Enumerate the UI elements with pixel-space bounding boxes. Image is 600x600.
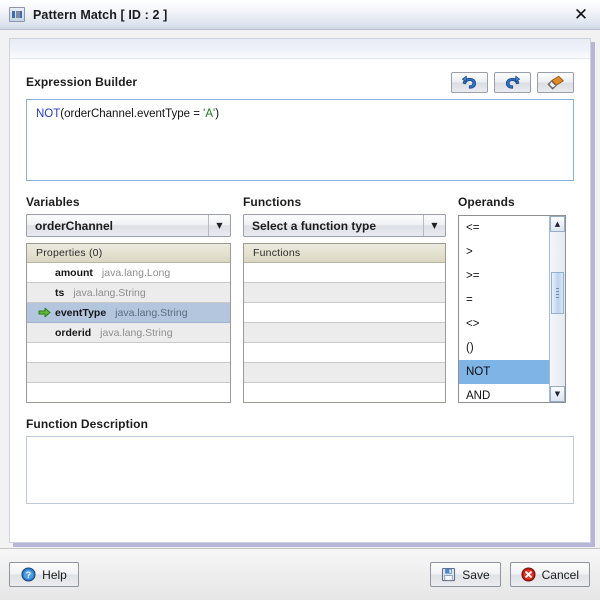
variables-table-header: Properties (0): [27, 244, 230, 263]
svg-text:?: ?: [26, 570, 31, 580]
content-card: Expression Builder NOT(orderChannel.even…: [9, 38, 591, 543]
variables-table[interactable]: Properties (0) amount java.lang.Long ts jav…: [26, 243, 231, 403]
save-icon: [442, 567, 456, 582]
table-row[interactable]: eventType java.lang.String: [27, 303, 230, 323]
table-row[interactable]: [27, 343, 230, 363]
redo-button[interactable]: [494, 71, 531, 93]
help-button[interactable]: ? Help: [9, 562, 79, 587]
undo-button[interactable]: [451, 71, 488, 93]
card-top-strip: [10, 39, 590, 59]
operands-scrollbar[interactable]: ▲ ▼: [549, 216, 565, 402]
chevron-down-icon: ▼: [208, 215, 230, 236]
operand-item[interactable]: =: [459, 288, 549, 312]
help-button-label: Help: [42, 567, 67, 582]
functions-select-value: Select a function type: [252, 218, 377, 233]
pattern-match-icon: [9, 7, 25, 22]
help-icon: ?: [21, 567, 36, 582]
operand-item[interactable]: (): [459, 336, 549, 360]
variables-select-value: orderChannel: [35, 218, 114, 233]
clear-button[interactable]: [537, 71, 574, 93]
functions-table[interactable]: Functions: [243, 243, 446, 403]
selected-row-arrow-icon: [33, 307, 55, 318]
scrollbar-thumb[interactable]: [551, 272, 564, 314]
variable-row-name: amount: [55, 266, 93, 279]
operand-item[interactable]: <=: [459, 216, 549, 240]
expression-token-close: ): [215, 108, 220, 120]
variable-row-name: ts: [55, 286, 65, 299]
title-bar: Pattern Match [ ID : 2 ] ✕: [0, 0, 600, 30]
table-row[interactable]: [244, 263, 445, 283]
window-title: Pattern Match [ ID : 2 ]: [33, 7, 168, 22]
operand-item[interactable]: >: [459, 240, 549, 264]
table-row[interactable]: [244, 283, 445, 303]
variable-row-name: orderid: [55, 326, 92, 339]
operand-item[interactable]: NOT: [459, 360, 549, 384]
table-row[interactable]: amount java.lang.Long: [27, 263, 230, 283]
expression-toolbar: [451, 71, 574, 93]
operand-item[interactable]: AND: [459, 384, 549, 402]
table-row[interactable]: [27, 383, 230, 402]
footer-actions: Save Cancel: [430, 562, 590, 587]
variable-row-name: eventType: [55, 306, 107, 319]
chevron-down-icon: ▼: [423, 215, 445, 236]
card-inner: Expression Builder NOT(orderChannel.even…: [10, 59, 590, 504]
operands-label: Operands: [458, 195, 515, 209]
pattern-match-dialog: Pattern Match [ ID : 2 ] ✕ Expression Bu…: [0, 0, 600, 600]
cancel-button-label: Cancel: [541, 567, 579, 582]
scroll-down-icon[interactable]: ▼: [550, 386, 565, 402]
variable-row-type: java.lang.Long: [101, 266, 171, 279]
variables-rows: amount java.lang.Long ts java.lang.String ev…: [27, 263, 230, 402]
operand-item[interactable]: <>: [459, 312, 549, 336]
functions-select[interactable]: Select a function type ▼: [243, 214, 446, 237]
expression-token-keyword: NOT: [36, 108, 61, 120]
operands-listbox[interactable]: <= > >= = <>() NOT AND ▲ ▼: [458, 215, 566, 403]
selector-panes: Variables orderChannel ▼ Properties (0) …: [26, 195, 574, 403]
expression-builder-header: Expression Builder: [26, 69, 574, 95]
table-row[interactable]: [27, 363, 230, 383]
operands-pane: Operands <= > >= = <>() NOT AND ▲ ▼: [458, 195, 566, 403]
functions-label: Functions: [243, 195, 302, 209]
variable-row-type: java.lang.String: [100, 326, 173, 339]
operands-list: <= > >= = <>() NOT AND: [459, 216, 549, 402]
expression-input[interactable]: NOT(orderChannel.eventType = 'A'): [26, 99, 574, 181]
eraser-icon: [547, 75, 564, 90]
close-icon[interactable]: ✕: [572, 6, 590, 24]
cancel-button[interactable]: Cancel: [509, 562, 590, 587]
save-button-label: Save: [462, 567, 490, 582]
functions-table-header: Functions: [244, 244, 445, 263]
expression-token-string: 'A': [203, 108, 216, 120]
dialog-body: Expression Builder NOT(orderChannel.even…: [0, 30, 600, 548]
function-description-input[interactable]: [26, 436, 574, 504]
table-row[interactable]: ts java.lang.String: [27, 283, 230, 303]
function-description-section: Function Description: [26, 417, 574, 504]
table-row[interactable]: [244, 303, 445, 323]
functions-rows: [244, 263, 445, 402]
cancel-icon: [521, 567, 536, 582]
expression-token-body: (orderChannel.eventType =: [60, 108, 204, 120]
table-row[interactable]: [244, 363, 445, 383]
save-button[interactable]: Save: [430, 562, 501, 587]
undo-icon: [462, 75, 477, 89]
redo-icon: [505, 75, 520, 89]
table-row[interactable]: [244, 383, 445, 402]
scroll-up-icon[interactable]: ▲: [550, 216, 565, 232]
variables-label: Variables: [26, 195, 80, 209]
variable-row-type: java.lang.String: [73, 286, 146, 299]
variables-pane: Variables orderChannel ▼ Properties (0) …: [26, 195, 231, 403]
table-row[interactable]: orderid java.lang.String: [27, 323, 230, 343]
table-row[interactable]: [244, 343, 445, 363]
dialog-footer: ? Help Save Cancel: [0, 548, 600, 600]
functions-pane: Functions Select a function type ▼ Funct…: [243, 195, 446, 403]
variables-select[interactable]: orderChannel ▼: [26, 214, 231, 237]
table-row[interactable]: [244, 323, 445, 343]
expression-builder-label: Expression Builder: [26, 75, 138, 89]
variable-row-type: java.lang.String: [115, 306, 188, 319]
operand-item[interactable]: >=: [459, 264, 549, 288]
function-description-label: Function Description: [26, 417, 148, 431]
